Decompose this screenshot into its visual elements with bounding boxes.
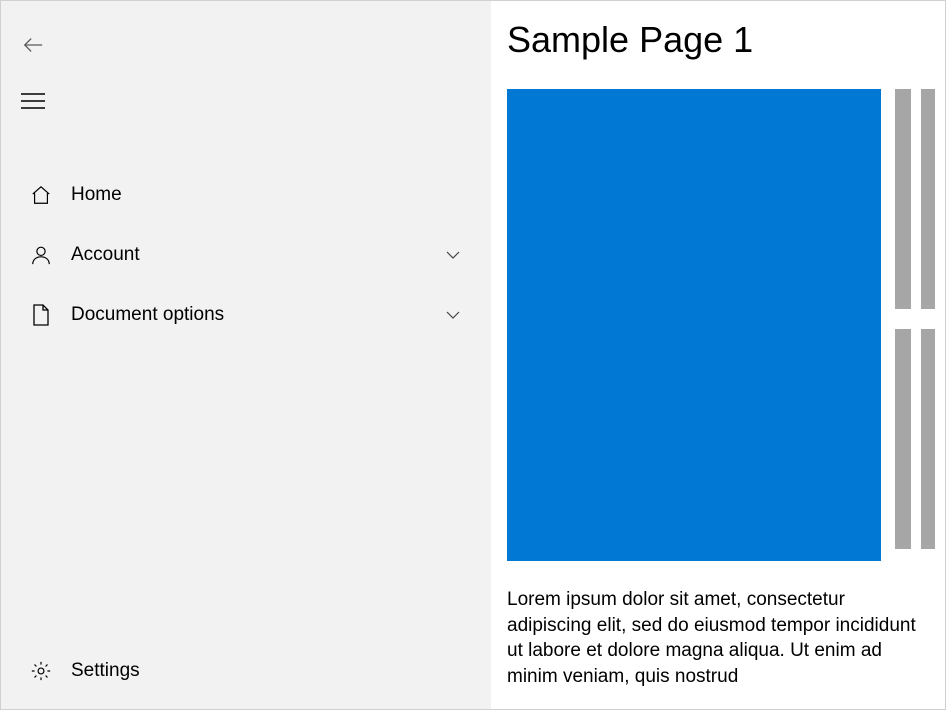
sidebar-item-home[interactable]: Home: [1, 165, 491, 225]
thumbnail-bar: [895, 329, 911, 549]
back-button[interactable]: [9, 21, 57, 69]
sidebar-item-label: Home: [71, 184, 463, 206]
thumbnail-bar: [921, 329, 935, 549]
sidebar-item-label: Document options: [71, 304, 443, 326]
document-icon: [29, 303, 53, 327]
sidebar-item-document-options[interactable]: Document options: [1, 285, 491, 345]
sidebar-item-label: Account: [71, 244, 443, 266]
home-icon: [29, 183, 53, 207]
thumbnail-item[interactable]: [895, 89, 935, 309]
sidebar: Home Account: [1, 1, 491, 709]
hero-image: [507, 89, 881, 561]
menu-toggle-button[interactable]: [9, 77, 57, 125]
hamburger-icon: [21, 92, 45, 110]
gear-icon: [29, 659, 53, 683]
thumbnail-bar: [895, 89, 911, 309]
main-content: Sample Page 1 Lorem ipsum dolor sit amet…: [491, 1, 945, 709]
chevron-down-icon: [443, 245, 463, 265]
nav-list: Home Account: [1, 165, 491, 345]
chevron-down-icon: [443, 305, 463, 325]
body-text: Lorem ipsum dolor sit amet, consectetur …: [507, 587, 927, 690]
thumbnail-bar: [921, 89, 935, 309]
back-arrow-icon: [22, 34, 44, 56]
sidebar-item-settings[interactable]: Settings: [1, 641, 491, 701]
sidebar-item-account[interactable]: Account: [1, 225, 491, 285]
person-icon: [29, 243, 53, 267]
thumbnail-item[interactable]: [895, 329, 935, 549]
sidebar-item-label: Settings: [71, 660, 463, 682]
page-title: Sample Page 1: [507, 19, 945, 61]
thumbnail-column: [895, 89, 935, 690]
